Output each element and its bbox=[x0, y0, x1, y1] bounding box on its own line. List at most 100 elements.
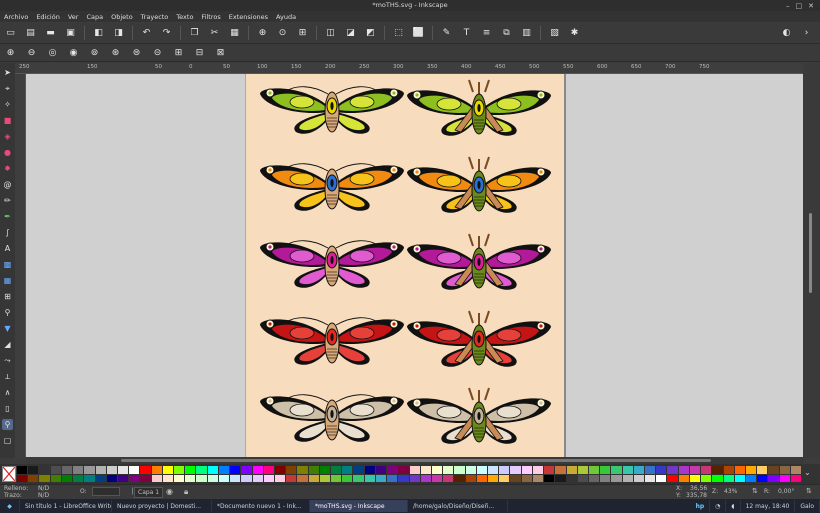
color-swatch[interactable] bbox=[106, 466, 117, 474]
color-swatch[interactable] bbox=[50, 466, 61, 474]
zoom-drawing-icon[interactable]: ⊜ bbox=[130, 46, 143, 59]
color-swatch[interactable] bbox=[162, 466, 173, 474]
import-icon[interactable]: ◧ bbox=[92, 27, 105, 40]
color-swatch[interactable] bbox=[61, 474, 73, 482]
task-writer[interactable]: Sin título 1 - LibreOffice Writer bbox=[20, 500, 112, 512]
moth-illustration[interactable] bbox=[407, 156, 551, 213]
undo-icon[interactable]: ↶ bbox=[140, 27, 153, 40]
color-swatch[interactable] bbox=[39, 474, 50, 482]
color-swatch[interactable] bbox=[297, 474, 308, 482]
color-swatch[interactable] bbox=[308, 474, 319, 482]
maximize-icon[interactable]: □ bbox=[796, 2, 803, 10]
color-swatch[interactable] bbox=[443, 466, 454, 474]
color-swatch[interactable] bbox=[656, 466, 667, 474]
color-swatch[interactable] bbox=[230, 466, 241, 474]
moth-illustration[interactable] bbox=[260, 240, 404, 288]
dropper-tool-icon[interactable]: ⚲ bbox=[2, 307, 13, 318]
document-properties-icon[interactable]: ▧ bbox=[548, 27, 561, 40]
color-swatch[interactable] bbox=[174, 474, 185, 482]
volume-tray-icon[interactable]: ◖ bbox=[726, 500, 741, 512]
color-swatch[interactable] bbox=[398, 466, 409, 474]
spray-tool-icon[interactable]: ▩ bbox=[2, 259, 13, 270]
moth-illustration[interactable] bbox=[407, 79, 551, 136]
zoom-tool-icon[interactable]: ⚲ bbox=[2, 419, 13, 430]
ellipse-tool-icon[interactable]: ● bbox=[2, 147, 13, 158]
menu-ayuda[interactable]: Ayuda bbox=[276, 13, 296, 21]
color-swatch[interactable] bbox=[768, 466, 779, 474]
color-swatch[interactable] bbox=[488, 474, 499, 482]
color-swatch[interactable] bbox=[645, 466, 656, 474]
color-swatch[interactable] bbox=[600, 474, 611, 482]
color-swatch[interactable] bbox=[174, 466, 185, 474]
document-page[interactable] bbox=[246, 74, 564, 457]
color-swatch[interactable] bbox=[633, 474, 644, 482]
color-swatch[interactable] bbox=[207, 474, 218, 482]
hp-tray-icon[interactable]: hp bbox=[691, 500, 711, 512]
color-swatch[interactable] bbox=[241, 466, 252, 474]
color-swatch[interactable] bbox=[678, 474, 689, 482]
menu-extensiones[interactable]: Extensiones bbox=[229, 13, 268, 21]
fill-stroke-icon[interactable]: ✎ bbox=[440, 27, 453, 40]
color-swatch[interactable] bbox=[734, 474, 745, 482]
task-inkscape-doc[interactable]: *Documento nuevo 1 - Ink... bbox=[212, 500, 310, 512]
color-swatch[interactable] bbox=[331, 466, 342, 474]
color-swatch[interactable] bbox=[140, 474, 151, 482]
color-swatch[interactable] bbox=[342, 466, 353, 474]
zoom-page-width-icon[interactable]: ⊞ bbox=[172, 46, 185, 59]
color-swatch[interactable] bbox=[611, 474, 622, 482]
layers-icon[interactable]: ≡ bbox=[480, 27, 493, 40]
color-swatch[interactable] bbox=[375, 474, 387, 482]
color-swatch[interactable] bbox=[252, 466, 263, 474]
task-file-manager[interactable]: /home/galo/Diseño/Diseñ... bbox=[408, 500, 508, 512]
menu-trayecto[interactable]: Trayecto bbox=[141, 13, 169, 21]
eraser-tool-icon[interactable]: ◢ bbox=[2, 339, 13, 350]
pencil-tool-icon[interactable]: ✏ bbox=[2, 195, 13, 206]
color-swatch[interactable] bbox=[476, 474, 487, 482]
color-swatch[interactable] bbox=[297, 466, 308, 474]
open-icon[interactable]: ▤ bbox=[24, 27, 37, 40]
measure-tool-icon[interactable]: ⟂ bbox=[2, 371, 13, 382]
color-swatch[interactable] bbox=[387, 474, 398, 482]
menu-objeto[interactable]: Objeto bbox=[111, 13, 133, 21]
moth-illustration[interactable] bbox=[260, 86, 404, 134]
color-swatch[interactable] bbox=[745, 474, 757, 482]
color-swatch[interactable] bbox=[532, 474, 544, 482]
clone-icon[interactable]: ◪ bbox=[344, 27, 357, 40]
color-swatch[interactable] bbox=[622, 466, 633, 474]
color-swatch[interactable] bbox=[499, 466, 510, 474]
color-swatch[interactable] bbox=[790, 474, 801, 482]
color-swatch[interactable] bbox=[342, 474, 353, 482]
color-swatch[interactable] bbox=[768, 474, 779, 482]
moth-illustration[interactable] bbox=[407, 387, 551, 444]
color-swatch[interactable] bbox=[252, 474, 263, 482]
color-swatch[interactable] bbox=[745, 466, 757, 474]
clock[interactable]: 12 may, 18:40 bbox=[741, 500, 796, 512]
paste-icon[interactable]: ▦ bbox=[228, 27, 241, 40]
color-swatch[interactable] bbox=[689, 474, 701, 482]
color-swatch[interactable] bbox=[476, 466, 487, 474]
3d-box-tool-icon[interactable]: ◈ bbox=[2, 131, 13, 142]
moth-illustration[interactable] bbox=[407, 310, 551, 367]
gradient-tool-icon[interactable]: ▦ bbox=[2, 275, 13, 286]
text-font-icon[interactable]: T bbox=[460, 27, 473, 40]
menu-filtros[interactable]: Filtros bbox=[201, 13, 220, 21]
zoom-page-icon[interactable]: ⊞ bbox=[296, 27, 309, 40]
canvas[interactable] bbox=[26, 74, 803, 457]
color-swatch[interactable] bbox=[678, 466, 689, 474]
xml-editor-icon[interactable]: ⧉ bbox=[500, 27, 513, 40]
text-tool-icon[interactable]: A bbox=[2, 243, 13, 254]
color-swatch[interactable] bbox=[196, 466, 207, 474]
color-swatch[interactable] bbox=[701, 466, 712, 474]
color-swatch[interactable] bbox=[409, 474, 420, 482]
color-swatch[interactable] bbox=[510, 466, 521, 474]
lpe-tool-icon[interactable]: ∧ bbox=[2, 387, 13, 398]
color-swatch[interactable] bbox=[117, 466, 129, 474]
layer-visibility-icon[interactable]: ◉ bbox=[166, 487, 173, 496]
color-swatch[interactable] bbox=[465, 466, 476, 474]
zoom-1-1-icon[interactable]: ◎ bbox=[46, 46, 59, 59]
color-swatch[interactable] bbox=[28, 474, 39, 482]
color-swatch[interactable] bbox=[555, 474, 566, 482]
network-tray-icon[interactable]: ◔ bbox=[710, 500, 727, 512]
color-swatch[interactable] bbox=[50, 474, 61, 482]
color-swatch[interactable] bbox=[588, 474, 600, 482]
